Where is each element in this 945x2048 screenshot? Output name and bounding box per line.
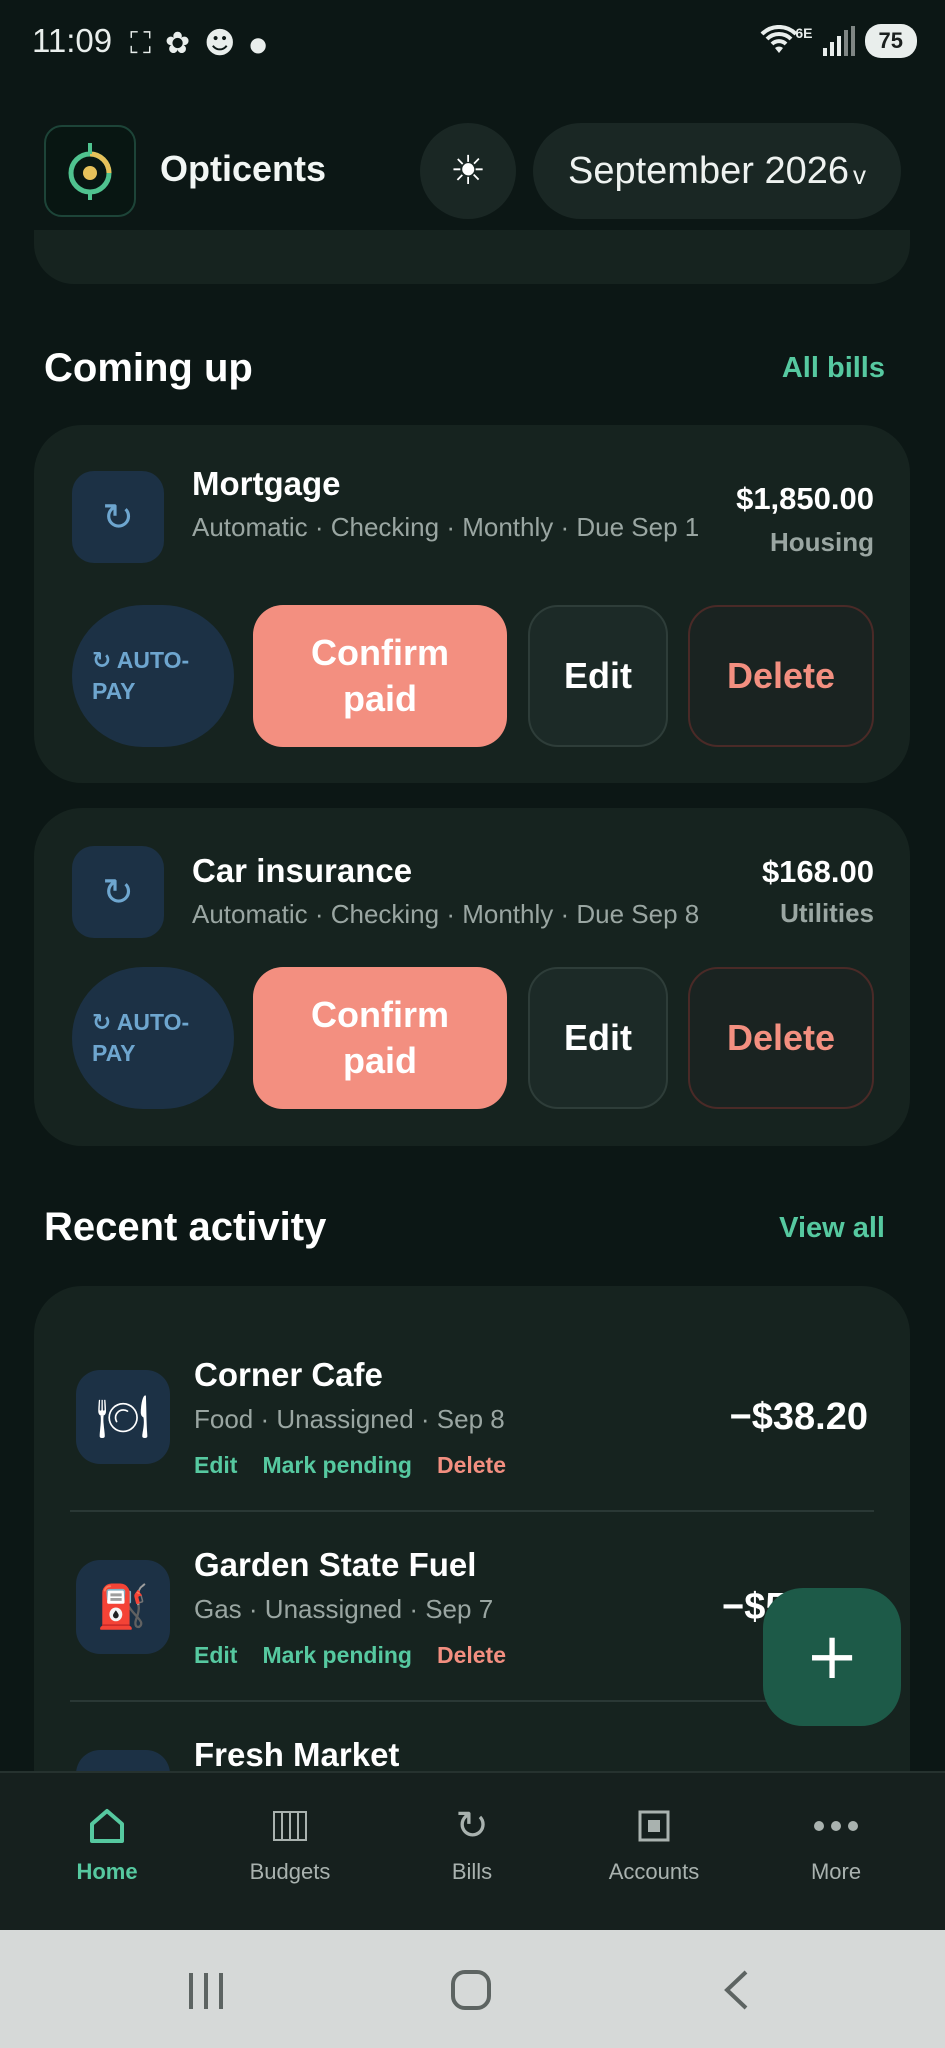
transaction-meta: Gas · Unassigned · Sep 7 [194, 1594, 494, 1624]
transaction-actions: Edit Mark pending Delete [194, 1452, 506, 1479]
confirm-label-2: paid [342, 1040, 417, 1081]
nav-accounts[interactable]: Accounts [564, 1773, 744, 1932]
recent-activity-title: Recent activity [44, 1205, 327, 1249]
chatgpt-icon: ✿ [165, 26, 191, 61]
battery-indicator: 75 [864, 24, 917, 58]
edit-transaction-link[interactable]: Edit [194, 1642, 237, 1669]
nav-bills[interactable]: ↻ Bills [382, 1773, 562, 1932]
recent-apps-button[interactable] [185, 1964, 227, 2024]
home-icon [88, 1801, 126, 1851]
status-time: 11:09 [32, 22, 113, 59]
coming-up-title: Coming up [44, 346, 253, 390]
repeat-icon: ↻ [455, 1803, 489, 1849]
delete-transaction-link[interactable]: Delete [437, 1642, 506, 1669]
edit-bill-button[interactable]: Edit [528, 605, 668, 747]
mark-pending-link[interactable]: Mark pending [262, 1452, 412, 1479]
view-all-link[interactable]: View all [779, 1212, 885, 1245]
mark-pending-link[interactable]: Mark pending [262, 1642, 412, 1669]
confirm-paid-button[interactable]: Confirm paid [253, 605, 507, 747]
bill-category: Housing [770, 527, 874, 557]
month-label: September 2026 [568, 149, 849, 192]
plus-icon: + [805, 1620, 859, 1694]
theme-toggle-button[interactable]: ☀ [420, 123, 516, 219]
repeat-icon: ↻ [72, 471, 164, 563]
autopay-badge[interactable]: ↻ AUTO- PAY [72, 605, 234, 747]
logo-icon [68, 143, 112, 200]
plate-icon: 🍽 [76, 1370, 170, 1464]
screenshot-icon: ⛶ [130, 26, 151, 61]
transaction-name: Garden State Fuel [194, 1546, 477, 1583]
confirm-label-1: Confirm [311, 994, 449, 1035]
network-type: 6E [795, 25, 813, 41]
nav-label: Accounts [608, 1859, 700, 1884]
budgets-icon [273, 1801, 307, 1851]
nav-label: Home [76, 1859, 138, 1884]
confirm-paid-button[interactable]: Confirm paid [253, 967, 507, 1109]
bill-card: ↻ Car insurance Automatic · Checking · M… [34, 808, 910, 1146]
bill-amount: $168.00 [761, 854, 874, 889]
nav-more[interactable]: More [746, 1773, 926, 1932]
activity-list: 🍽 Corner Cafe Food · Unassigned · Sep 8 … [34, 1286, 910, 1826]
delete-transaction-link[interactable]: Delete [437, 1452, 506, 1479]
bottom-nav: Home Budgets ↻ Bills Accounts More [0, 1771, 945, 1930]
bill-name: Mortgage [192, 465, 341, 502]
transaction-actions: Edit Mark pending Delete [194, 1642, 506, 1669]
bill-category: Utilities [780, 898, 874, 928]
app-name: Opticents [160, 148, 327, 189]
nav-label: Bills [451, 1859, 493, 1884]
status-notification-icons: ⛶ ✿ ☻ ● [130, 26, 267, 61]
nav-label: Budgets [249, 1859, 331, 1884]
bill-card: ↻ Mortgage Automatic · Checking · Monthl… [34, 425, 910, 783]
nav-home[interactable]: Home [17, 1773, 197, 1932]
transaction-name: Fresh Market [194, 1736, 400, 1773]
bill-name: Car insurance [192, 852, 413, 889]
home-button[interactable] [450, 1964, 492, 2024]
transaction-name: Corner Cafe [194, 1356, 383, 1393]
fuel-pump-icon: ⛽ [76, 1560, 170, 1654]
confirm-label-1: Confirm [311, 632, 449, 673]
reddit-icon: ☻ [204, 26, 236, 61]
autopay-badge[interactable]: ↻ AUTO- PAY [72, 967, 234, 1109]
transaction-amount: −$38.20 [729, 1396, 868, 1438]
edit-bill-button[interactable]: Edit [528, 967, 668, 1109]
autopay-label-2: PAY [92, 1040, 136, 1066]
list-item[interactable]: 🍽 Corner Cafe Food · Unassigned · Sep 8 … [34, 1356, 910, 1506]
autopay-label-1: ↻ AUTO- [92, 647, 190, 673]
more-icon [813, 1801, 859, 1851]
signal-icon [822, 26, 855, 56]
bill-amount: $1,850.00 [736, 481, 874, 516]
back-button[interactable] [722, 1964, 750, 2024]
sun-icon: ☀ [450, 148, 486, 194]
confirm-label-2: paid [342, 678, 417, 719]
nav-budgets[interactable]: Budgets [200, 1773, 380, 1932]
divider [70, 1510, 874, 1512]
divider [70, 1700, 874, 1702]
month-selector[interactable]: September 2026 v [533, 123, 901, 219]
all-bills-link[interactable]: All bills [782, 352, 885, 385]
edit-transaction-link[interactable]: Edit [194, 1452, 237, 1479]
system-nav-bar [0, 1930, 945, 2048]
autopay-label-2: PAY [92, 678, 136, 704]
bill-meta: Automatic · Checking · Monthly · Due Sep… [192, 899, 700, 929]
autopay-label-1: ↻ AUTO- [92, 1009, 190, 1035]
app-logo [44, 125, 136, 217]
dot-icon: ● [249, 31, 267, 56]
chevron-down-icon: v [852, 159, 866, 190]
accounts-icon [638, 1801, 670, 1851]
delete-bill-button[interactable]: Delete [688, 605, 874, 747]
bill-meta: Automatic · Checking · Monthly · Due Sep… [192, 512, 700, 542]
nav-label: More [810, 1859, 862, 1884]
add-transaction-button[interactable]: + [763, 1588, 901, 1726]
repeat-icon: ↻ [72, 846, 164, 938]
transaction-meta: Food · Unassigned · Sep 8 [194, 1404, 505, 1434]
status-right: 6E 75 [759, 24, 917, 58]
wifi-icon [760, 25, 798, 53]
previous-card-edge [34, 230, 910, 284]
delete-bill-button[interactable]: Delete [688, 967, 874, 1109]
